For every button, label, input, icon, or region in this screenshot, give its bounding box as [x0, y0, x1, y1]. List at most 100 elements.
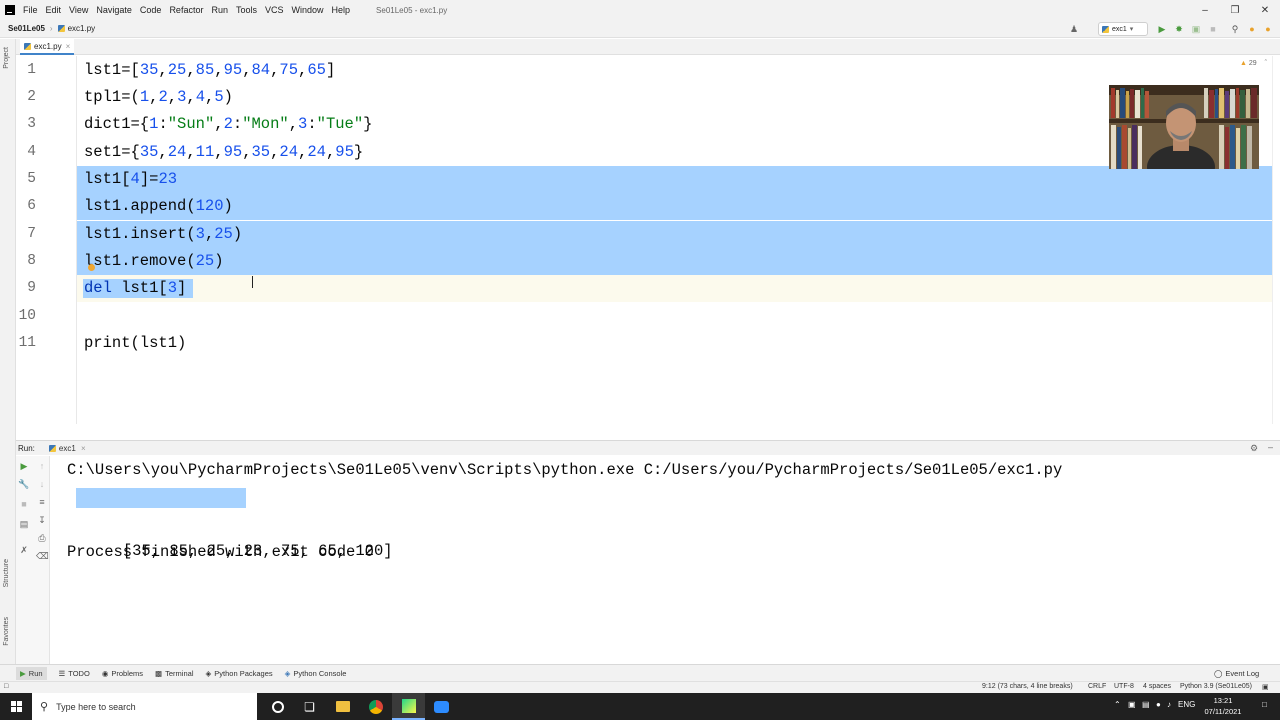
code-line-selected[interactable]: lst1.append(120)	[77, 193, 1272, 220]
soft-wrap-icon[interactable]: ≡	[36, 496, 48, 508]
wrench-icon[interactable]: 🔧	[18, 478, 30, 490]
close-tab-icon[interactable]: ×	[66, 42, 71, 51]
file-encoding[interactable]: UTF-8	[1114, 683, 1134, 690]
menu-view[interactable]: View	[69, 5, 88, 15]
scroll-to-end-icon[interactable]: ↧	[36, 514, 48, 526]
menu-tools[interactable]: Tools	[236, 5, 257, 15]
code-line[interactable]: lst1=[35,25,85,95,84,75,65]	[77, 57, 1272, 84]
status-bar: □ 9:12 (73 chars, 4 line breaks) CRLF UT…	[0, 681, 1280, 693]
tray-expand-icon[interactable]: ⌃	[1114, 700, 1121, 709]
minimize-icon[interactable]: –	[1190, 0, 1220, 20]
chrome-icon[interactable]	[359, 693, 392, 720]
run-configuration-select[interactable]: exc1 ▾	[1098, 22, 1148, 36]
lock-icon[interactable]: ▣	[1262, 683, 1269, 691]
debug-icon[interactable]: ✸	[1173, 23, 1185, 35]
code-line-selected[interactable]: lst1.insert(3,25)	[77, 221, 1272, 248]
indent-setting[interactable]: 4 spaces	[1143, 683, 1171, 690]
python-file-icon	[48, 444, 56, 452]
zoom-icon[interactable]	[425, 693, 458, 720]
breadcrumb-file[interactable]: exc1.py	[68, 24, 96, 33]
volume-icon[interactable]: ♪	[1167, 700, 1171, 709]
close-window-icon[interactable]: ✕	[1250, 0, 1280, 20]
code-line-current[interactable]: del lst1[3]	[77, 275, 1272, 302]
event-log-button[interactable]: ◯ Event Log	[1214, 669, 1259, 678]
tab-exc1-py[interactable]: exc1.py ×	[20, 39, 75, 55]
python-console-tool-button[interactable]: ◈ Python Console	[285, 669, 347, 678]
menu-navigate[interactable]: Navigate	[96, 5, 132, 15]
user-icon[interactable]: ♟	[1068, 23, 1080, 35]
code-line[interactable]: tpl1=(1,2,3,4,5)	[77, 84, 1272, 111]
hide-panel-icon[interactable]: –	[1268, 442, 1273, 452]
code-line[interactable]: dict1={1:"Sun",2:"Mon",3:"Tue"}	[77, 111, 1272, 138]
print-icon[interactable]: ⎙	[36, 532, 48, 544]
notifications-icon[interactable]: □	[1262, 700, 1267, 709]
menu-edit[interactable]: Edit	[46, 5, 62, 15]
network-icon[interactable]: ▤	[1142, 700, 1150, 709]
run-tool-button[interactable]: ▶ Run	[16, 666, 47, 680]
stop-run-icon[interactable]: ■	[18, 498, 30, 510]
code-editor[interactable]: lst1=[35,25,85,95,84,75,65] tpl1=(1,2,3,…	[77, 56, 1272, 424]
cortana-icon[interactable]	[261, 693, 294, 720]
todo-tool-button[interactable]: ☰ TODO	[59, 669, 90, 678]
run-icon[interactable]: ▶	[1156, 23, 1168, 35]
tool-label: Python Packages	[214, 668, 273, 678]
close-run-tab-icon[interactable]: ×	[81, 444, 86, 453]
code-line[interactable]: set1={35,24,11,95,35,24,24,95}	[77, 139, 1272, 166]
file-explorer-icon[interactable]	[326, 693, 359, 720]
terminal-tool-button[interactable]: ▩ Terminal	[155, 669, 193, 678]
menu-refactor[interactable]: Refactor	[169, 5, 203, 15]
menu-file[interactable]: File	[23, 5, 38, 15]
settings-gear-icon[interactable]: ⚙	[1250, 443, 1258, 454]
inspection-widget[interactable]: ▲ 29 ˆ	[1240, 60, 1267, 67]
run-console-output[interactable]: C:\Users\you\PycharmProjects\Se01Le05\ve…	[50, 456, 1280, 664]
run-tab-exc1[interactable]: exc1 ×	[48, 444, 86, 453]
rerun-icon[interactable]: ▶	[18, 460, 30, 472]
python-interpreter[interactable]: Python 3.9 (Se01Le05)	[1180, 683, 1252, 690]
line-number: 9	[27, 280, 36, 296]
structure-tool-button[interactable]: Structure	[3, 559, 10, 587]
code-line[interactable]	[77, 303, 1272, 330]
menu-code[interactable]: Code	[140, 5, 162, 15]
code-line-selected[interactable]: lst1[4]=23	[77, 166, 1272, 193]
up-arrow-icon[interactable]: ↑	[36, 460, 48, 472]
ide-update-icon[interactable]: ●	[1262, 23, 1274, 35]
code-text: lst1=[35,25,85,95,84,75,65]	[84, 61, 336, 79]
microphone-icon[interactable]: ●	[1156, 700, 1161, 709]
breadcrumb-project[interactable]: Se01Le05	[8, 24, 45, 33]
webcam-image	[1109, 85, 1259, 169]
tray-app-icon[interactable]: ▣	[1128, 700, 1136, 709]
task-view-icon[interactable]: ❏	[293, 693, 326, 720]
layout-icon[interactable]: ▤	[18, 518, 30, 530]
project-tool-button[interactable]: Project	[3, 47, 10, 69]
updates-icon[interactable]: ●	[1246, 23, 1258, 35]
menu-help[interactable]: Help	[332, 5, 351, 15]
coverage-icon[interactable]: ▣	[1190, 23, 1202, 35]
line-separator[interactable]: CRLF	[1088, 683, 1106, 690]
pycharm-taskbar-icon[interactable]	[392, 693, 425, 720]
problems-tool-button[interactable]: ◉ Problems	[102, 669, 143, 678]
python-packages-tool-button[interactable]: ◈ Python Packages	[205, 669, 272, 678]
caret-position[interactable]: 9:12 (73 chars, 4 line breaks)	[982, 683, 1073, 690]
start-button[interactable]	[0, 693, 32, 720]
stop-icon[interactable]: ■	[1207, 23, 1219, 35]
menu-window[interactable]: Window	[292, 5, 324, 15]
menu-run[interactable]: Run	[211, 5, 228, 15]
code-line[interactable]: print(lst1)	[77, 330, 1272, 357]
menu-vcs[interactable]: VCS	[265, 5, 284, 15]
warning-icon: ▲	[1240, 60, 1247, 67]
chevron-up-icon[interactable]: ˆ	[1265, 60, 1267, 67]
code-line-selected[interactable]: lst1.remove(25)	[77, 248, 1272, 275]
favorites-tool-button[interactable]: Favorites	[3, 617, 10, 646]
tool-label: Problems	[111, 668, 144, 678]
pin-icon[interactable]: ✗	[18, 544, 30, 556]
down-arrow-icon[interactable]: ↓	[36, 478, 48, 490]
search-icon[interactable]: ⚲	[1229, 23, 1241, 35]
trash-icon[interactable]: ⌫	[36, 550, 49, 562]
taskbar-clock[interactable]: 13:21 07/11/2021	[1198, 695, 1248, 717]
editor-scrollbar[interactable]	[1272, 56, 1280, 424]
restore-icon[interactable]: ❐	[1220, 0, 1250, 20]
status-layout-icon[interactable]: □	[4, 683, 8, 690]
language-indicator[interactable]: ENG	[1178, 700, 1195, 709]
lightbulb-icon[interactable]	[88, 264, 95, 271]
taskbar-search-box[interactable]: ⚲ Type here to search	[32, 693, 257, 720]
